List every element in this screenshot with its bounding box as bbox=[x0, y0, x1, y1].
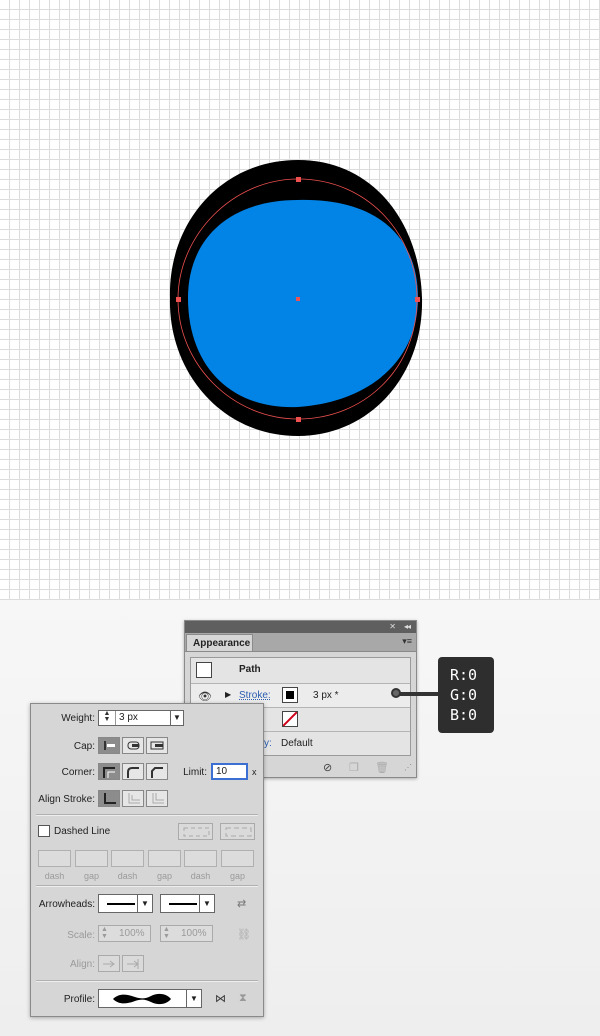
butt-cap-button[interactable] bbox=[98, 737, 120, 754]
close-icon[interactable]: ✕ bbox=[389, 621, 396, 633]
rgb-green: G:0 bbox=[450, 686, 478, 704]
chevron-down-icon: ▼ bbox=[199, 895, 214, 912]
start-arrowhead-select[interactable]: ▼ bbox=[98, 894, 153, 913]
callout-connector bbox=[396, 692, 440, 696]
weight-label: Weight: bbox=[61, 713, 95, 724]
start-scale-field[interactable]: ▲ ▼ 100% bbox=[98, 925, 151, 942]
artwork bbox=[169, 160, 423, 436]
gap-field-1[interactable] bbox=[75, 850, 108, 867]
align-stroke-label: Align Stroke: bbox=[38, 794, 95, 805]
profile-label: Profile: bbox=[63, 994, 95, 1005]
chevron-down-icon: ▼ bbox=[186, 990, 201, 1007]
scale-label: Scale: bbox=[67, 930, 95, 941]
panel-menu-icon[interactable]: ▾≡ bbox=[402, 636, 412, 647]
flip-across-icon[interactable]: ⧗ bbox=[239, 992, 247, 1005]
duplicate-item-icon[interactable]: ❐ bbox=[349, 761, 359, 774]
miter-join-button[interactable] bbox=[98, 763, 120, 780]
expand-triangle-icon[interactable]: ▶ bbox=[225, 690, 231, 699]
gap-label-1: gap bbox=[83, 871, 100, 881]
link-scale-icon[interactable]: ⛓ bbox=[237, 928, 251, 941]
rgb-callout: R:0 G:0 B:0 bbox=[438, 657, 494, 733]
weight-stepper-icon[interactable]: ▲ ▼ bbox=[99, 710, 116, 725]
opacity-value: Default bbox=[281, 738, 313, 749]
eye-icon[interactable]: 👁 bbox=[198, 690, 212, 703]
object-thumbnail bbox=[196, 662, 212, 678]
end-scale-value: 100% bbox=[181, 928, 207, 939]
align-inside-button[interactable] bbox=[122, 790, 144, 807]
stroke-color-swatch[interactable] bbox=[282, 687, 298, 703]
gap-field-2[interactable] bbox=[148, 850, 181, 867]
rgb-red: R:0 bbox=[450, 666, 478, 684]
anchor-left[interactable] bbox=[176, 297, 181, 302]
align-center-button[interactable] bbox=[98, 790, 120, 807]
divider bbox=[36, 885, 258, 887]
round-join-button[interactable] bbox=[122, 763, 144, 780]
panel-titlebar[interactable]: ✕ ◂◂ bbox=[185, 621, 416, 633]
stroke-panel: Weight: ▲ ▼ 3 px ▼ Cap: Corner: Limit: 10… bbox=[30, 703, 264, 1017]
swap-arrowheads-icon[interactable]: ⇄ bbox=[237, 897, 246, 910]
tab-appearance[interactable]: Appearance bbox=[186, 634, 253, 651]
anchor-right[interactable] bbox=[415, 297, 420, 302]
limit-input[interactable]: 10 bbox=[211, 763, 248, 780]
projecting-cap-button[interactable] bbox=[146, 737, 168, 754]
bevel-join-button[interactable] bbox=[146, 763, 168, 780]
dashed-line-checkbox[interactable] bbox=[38, 825, 50, 837]
dash-label-3: dash bbox=[190, 871, 211, 881]
divider bbox=[36, 814, 258, 816]
dash-label-1: dash bbox=[44, 871, 65, 881]
callout-dot bbox=[391, 688, 401, 698]
anchor-top[interactable] bbox=[296, 177, 301, 182]
dash-field-3[interactable] bbox=[184, 850, 217, 867]
collapse-icon[interactable]: ◂◂ bbox=[404, 621, 411, 633]
align-outside-button[interactable] bbox=[146, 790, 168, 807]
end-scale-field[interactable]: ▲ ▼ 100% bbox=[160, 925, 213, 942]
gap-label-2: gap bbox=[156, 871, 173, 881]
arrow-tip-beyond-button[interactable] bbox=[98, 955, 120, 972]
arrowhead-none-icon bbox=[169, 903, 197, 905]
stroke-link[interactable]: Stroke: bbox=[239, 690, 271, 701]
arrow-tip-at-end-button[interactable] bbox=[122, 955, 144, 972]
start-scale-value: 100% bbox=[119, 928, 145, 939]
dashed-line-label: Dashed Line bbox=[54, 826, 111, 837]
arrowhead-none-icon bbox=[107, 903, 135, 905]
center-point bbox=[296, 297, 300, 301]
divider bbox=[36, 980, 258, 982]
appearance-row-path[interactable]: Path bbox=[191, 658, 410, 684]
dash-field-2[interactable] bbox=[111, 850, 144, 867]
round-cap-button[interactable] bbox=[122, 737, 144, 754]
chevron-down-icon: ▼ bbox=[137, 895, 152, 912]
stroke-weight-value: 3 px * bbox=[313, 690, 339, 701]
gap-field-3[interactable] bbox=[221, 850, 254, 867]
limit-label: Limit: bbox=[183, 767, 207, 778]
preserve-dash-button[interactable] bbox=[178, 823, 213, 840]
width-profile-icon bbox=[113, 993, 171, 1005]
artboard-canvas[interactable] bbox=[0, 0, 600, 600]
gap-label-3: gap bbox=[229, 871, 246, 881]
end-arrowhead-select[interactable]: ▼ bbox=[160, 894, 215, 913]
flip-along-icon[interactable]: ⋈ bbox=[215, 992, 226, 1005]
scale-stepper-icon[interactable]: ▲ ▼ bbox=[163, 926, 170, 940]
anchor-bottom[interactable] bbox=[296, 417, 301, 422]
weight-value: 3 px bbox=[119, 712, 138, 723]
cap-label: Cap: bbox=[73, 741, 95, 752]
align-arrow-label: Align: bbox=[69, 959, 95, 970]
fill-none-swatch[interactable] bbox=[282, 711, 298, 727]
weight-dropdown-icon[interactable]: ▼ bbox=[170, 710, 184, 726]
scale-stepper-icon[interactable]: ▲ ▼ bbox=[101, 926, 108, 940]
object-type-label: Path bbox=[239, 664, 261, 675]
profile-select[interactable]: ▼ bbox=[98, 989, 202, 1008]
limit-unit: x bbox=[252, 767, 257, 777]
delete-item-icon[interactable]: 🗑 bbox=[375, 761, 389, 774]
panel-tab-row: Appearance ▾≡ bbox=[185, 633, 416, 652]
resize-grip-icon[interactable]: ⋰ bbox=[404, 763, 412, 772]
dash-field-1[interactable] bbox=[38, 850, 71, 867]
rgb-blue: B:0 bbox=[450, 706, 478, 724]
clear-appearance-icon[interactable]: ⊘ bbox=[323, 761, 332, 774]
dash-label-2: dash bbox=[117, 871, 138, 881]
corner-label: Corner: bbox=[61, 767, 95, 778]
align-dash-button[interactable] bbox=[220, 823, 255, 840]
arrowheads-label: Arrowheads: bbox=[38, 899, 95, 910]
